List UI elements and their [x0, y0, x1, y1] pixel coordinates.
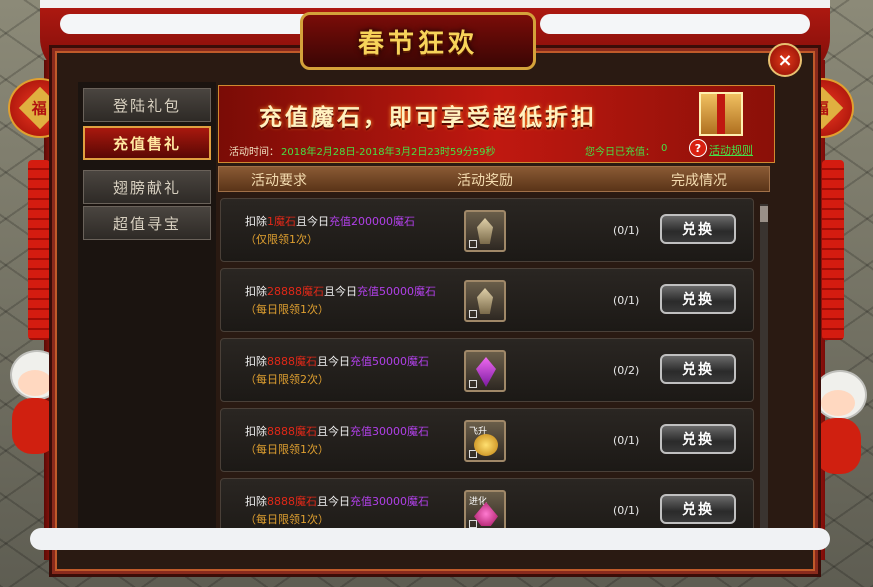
snow-right — [540, 14, 810, 34]
table-row: 扣除28888魔石且今日充值50000魔石 （每日限领1次） (0/1) 兑换 — [220, 268, 754, 332]
flower-icon[interactable]: 飞升 — [464, 420, 506, 462]
row-progress: (0/1) — [613, 224, 640, 237]
close-icon: × — [777, 49, 793, 71]
event-rules-link[interactable]: 活动规则 — [709, 142, 753, 158]
sidebar-item-login-gift[interactable]: 登陆礼包 — [83, 88, 211, 122]
row-requirement: 扣除8888魔石且今日充值30000魔石 （每日限领1次） — [245, 495, 429, 526]
row-limit: （每日限领1次） — [245, 303, 329, 316]
reward-list: 扣除1魔石且今日充值200000魔石 （仅限领1次） (0/1) 兑换 扣除28… — [218, 194, 758, 530]
sidebar-item-recharge-gift[interactable]: 充值售礼 — [83, 126, 211, 160]
column-header-status: 完成情况 — [671, 173, 727, 189]
column-header-requirement: 活动要求 — [251, 173, 307, 189]
snow-left — [60, 14, 330, 34]
lantern-fu-label: 福 — [32, 99, 48, 118]
scrollbar-thumb[interactable] — [760, 206, 768, 222]
table-row: 扣除1魔石且今日充值200000魔石 （仅限领1次） (0/1) 兑换 — [220, 198, 754, 262]
close-button[interactable]: × — [768, 43, 802, 77]
row-limit: （每日限领1次） — [245, 443, 329, 456]
medal-icon[interactable] — [464, 280, 506, 322]
medal-icon[interactable] — [464, 210, 506, 252]
row-progress: (0/2) — [613, 364, 640, 377]
event-time-value: 2018年2月28日-2018年3月2日23时59分59秒 — [281, 147, 496, 158]
lock-icon — [469, 380, 477, 388]
reward-tag: 进化 — [469, 497, 488, 507]
row-limit: （每日限领2次） — [245, 373, 329, 386]
table-row: 扣除8888魔石且今日充值30000魔石 （每日限领1次） 飞升 (0/1) 兑… — [220, 408, 754, 472]
event-banner: 充值魔石，即可享受超低折扣 活动时间： 2018年2月28日-2018年3月2日… — [218, 85, 775, 163]
lock-icon — [469, 310, 477, 318]
exchange-button[interactable]: 兑换 — [660, 214, 736, 244]
firecracker-left — [28, 160, 50, 340]
lock-icon — [469, 520, 477, 528]
exchange-button[interactable]: 兑换 — [660, 284, 736, 314]
gift-box-icon — [699, 92, 743, 136]
crystal-icon[interactable]: 进化 — [464, 490, 506, 530]
snow-bottom — [30, 528, 830, 550]
sidebar: 登陆礼包 充值售礼 翅膀献礼 超值寻宝 — [78, 82, 216, 534]
exchange-button[interactable]: 兑换 — [660, 354, 736, 384]
row-progress: (0/1) — [613, 434, 640, 447]
exchange-button[interactable]: 兑换 — [660, 494, 736, 524]
list-scrollbar[interactable] — [760, 204, 768, 530]
row-progress: (0/1) — [613, 504, 640, 517]
event-time-label: 活动时间： — [229, 147, 279, 158]
lock-icon — [469, 240, 477, 248]
help-icon[interactable]: ? — [689, 139, 707, 157]
firecracker-right — [822, 160, 844, 340]
reward-tag: 飞升 — [469, 427, 488, 437]
row-limit: （仅限领1次） — [245, 233, 318, 246]
sidebar-item-treasure-hunt[interactable]: 超值寻宝 — [83, 206, 211, 240]
row-requirement: 扣除8888魔石且今日充值30000魔石 （每日限领1次） — [245, 425, 429, 456]
banner-headline: 充值魔石，即可享受超低折扣 — [259, 105, 597, 131]
row-requirement: 扣除8888魔石且今日充值50000魔石 （每日限领2次） — [245, 355, 429, 386]
window-title: 春节狂欢 — [300, 12, 536, 70]
table-row: 扣除8888魔石且今日充值50000魔石 （每日限领2次） (0/2) 兑换 — [220, 338, 754, 402]
exchange-button[interactable]: 兑换 — [660, 424, 736, 454]
lock-icon — [469, 450, 477, 458]
row-progress: (0/1) — [613, 294, 640, 307]
today-recharge-label: 您今日已充值： — [585, 147, 655, 158]
table-header: 活动要求 活动奖励 完成情况 — [218, 166, 770, 192]
sidebar-item-wing-gift[interactable]: 翅膀献礼 — [83, 170, 211, 204]
row-requirement: 扣除1魔石且今日充值200000魔石 （仅限领1次） — [245, 215, 415, 246]
column-header-reward: 活动奖励 — [457, 173, 513, 189]
row-requirement: 扣除28888魔石且今日充值50000魔石 （每日限领1次） — [245, 285, 436, 316]
today-recharge-value: 0 — [661, 143, 668, 154]
gem-icon[interactable] — [464, 350, 506, 392]
table-row: 扣除8888魔石且今日充值30000魔石 （每日限领1次） 进化 (0/1) 兑… — [220, 478, 754, 530]
row-limit: （每日限领1次） — [245, 513, 329, 526]
